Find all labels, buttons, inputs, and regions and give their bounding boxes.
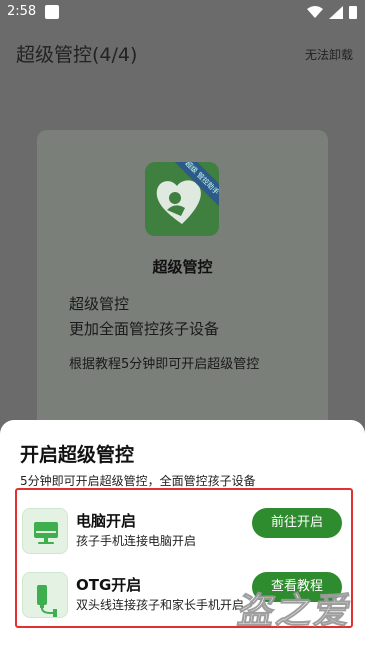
option-otg-title: OTG开启 <box>76 576 142 594</box>
otg-cable-icon <box>22 572 68 618</box>
wifi-icon <box>307 5 323 18</box>
go-enable-button[interactable]: 前往开启 <box>252 508 342 538</box>
watermark: 盗之爱 <box>234 591 356 633</box>
signal-icon <box>329 5 343 19</box>
card-line-1: 超级管控 <box>69 295 130 313</box>
sheet-title: 开启超级管控 <box>20 444 135 466</box>
intro-card: 超级 管控助手 超级管控 超级管控 更加全面管控孩子设备 根据教程5分钟即可开启… <box>37 130 328 430</box>
notification-icon <box>45 5 59 19</box>
computer-icon <box>22 508 68 554</box>
option-otg-desc: 双头线连接孩子和家长手机开启 <box>76 598 245 612</box>
card-line-2: 更加全面管控孩子设备 <box>69 320 220 338</box>
page-title: 超级管控(4/4) <box>16 44 138 66</box>
cannot-uninstall-button[interactable]: 无法卸载 <box>305 46 353 63</box>
sheet-subtitle: 5分钟即可开启超级管控，全面管控孩子设备 <box>20 474 256 488</box>
battery-icon <box>349 6 357 19</box>
status-bar: 2:58 <box>0 0 365 24</box>
option-computer[interactable]: 电脑开启 孩子手机连接电脑开启 前往开启 <box>22 506 347 564</box>
option-computer-title: 电脑开启 <box>76 512 137 530</box>
status-icons <box>307 5 357 19</box>
status-time: 2:58 <box>7 4 37 19</box>
card-app-name: 超级管控 <box>152 258 213 276</box>
app-bar: 超级管控(4/4) 无法卸载 <box>0 30 365 78</box>
option-computer-desc: 孩子手机连接电脑开启 <box>76 534 197 548</box>
app-logo: 超级 管控助手 <box>145 162 219 236</box>
card-line-3: 根据教程5分钟即可开启超级管控 <box>69 357 260 372</box>
